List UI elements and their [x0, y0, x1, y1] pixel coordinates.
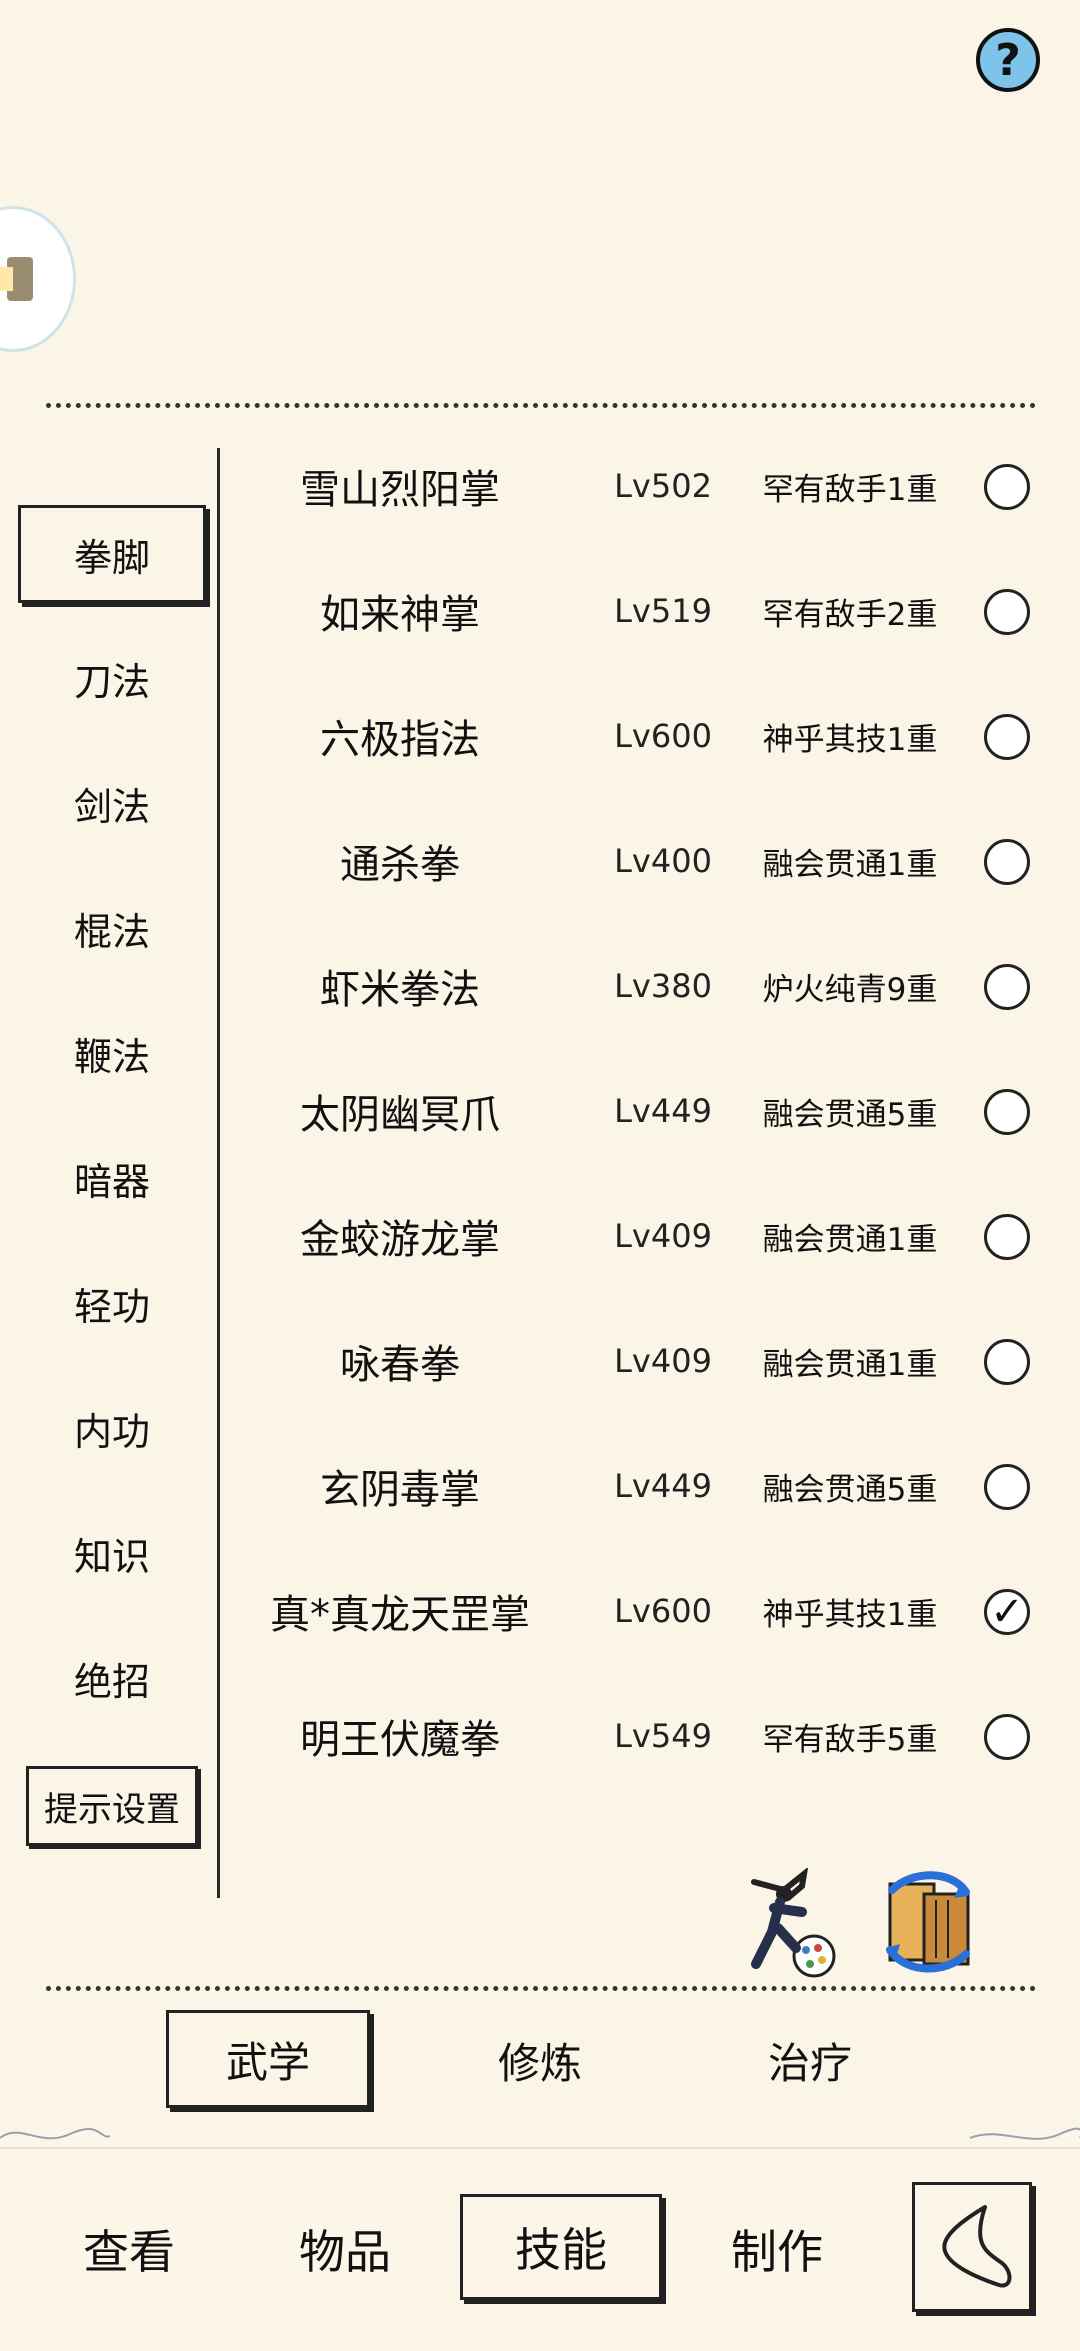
swap-scroll-icon[interactable] — [872, 1870, 982, 1974]
skill-select-radio[interactable] — [984, 1464, 1030, 1510]
skill-name: 金蛟游龙掌 — [300, 1217, 500, 1263]
skill-row[interactable]: 金蛟游龙掌 Lv409 融会贯通1重 — [230, 1186, 1060, 1286]
category-label: 暗器 — [73, 1159, 150, 1204]
back-button[interactable] — [912, 2182, 1032, 2312]
skill-name: 明王伏魔拳 — [300, 1717, 500, 1763]
category-label: 鞭法 — [73, 1034, 150, 1079]
category-zhishi[interactable]: 知识 — [16, 1505, 208, 1601]
skill-name: 六极指法 — [320, 717, 480, 763]
skill-select-radio[interactable] — [984, 714, 1030, 760]
skill-select-radio[interactable] — [984, 589, 1030, 635]
skill-name: 真*真龙天罡掌 — [270, 1592, 530, 1638]
skill-select-radio[interactable] — [984, 1714, 1030, 1760]
category-juezhao[interactable]: 绝招 — [16, 1630, 208, 1726]
nav-tab-label: 技能 — [515, 2223, 607, 2277]
nav-tab-view[interactable]: 查看 — [44, 2194, 214, 2304]
skill-select-radio[interactable] — [984, 1089, 1030, 1135]
skill-row[interactable]: 太阴幽冥爪 Lv449 融会贯通5重 — [230, 1061, 1060, 1161]
skill-rank: 神乎其技1重 — [762, 721, 938, 758]
sidebar-divider — [217, 448, 220, 1898]
skill-rank: 罕有敌手5重 — [762, 1721, 938, 1758]
skill-rank: 融会贯通5重 — [762, 1471, 938, 1508]
category-label: 绝招 — [73, 1659, 150, 1704]
subtab-xiulian[interactable]: 修炼 — [440, 2010, 640, 2110]
skill-rank: 融会贯通1重 — [762, 846, 938, 883]
bottom-divider — [46, 1986, 1036, 1991]
category-label: 内功 — [73, 1409, 150, 1454]
category-anqi[interactable]: 暗器 — [16, 1130, 208, 1226]
skill-select-radio[interactable] — [984, 839, 1030, 885]
wave-divider — [0, 2127, 1080, 2149]
side-drawer-tab[interactable] — [0, 206, 76, 352]
category-label: 知识 — [73, 1534, 150, 1579]
category-qinggong[interactable]: 轻功 — [16, 1255, 208, 1351]
category-label: 轻功 — [73, 1284, 150, 1329]
skill-select-radio[interactable] — [984, 1214, 1030, 1260]
skill-name: 虾米拳法 — [320, 967, 480, 1013]
home-icon — [0, 257, 33, 301]
category-label: 刀法 — [73, 659, 150, 704]
skill-row[interactable]: 六极指法 Lv600 神乎其技1重 — [230, 686, 1060, 786]
category-label: 棍法 — [73, 909, 150, 954]
skill-row[interactable]: 如来神掌 Lv519 罕有敌手2重 — [230, 561, 1060, 661]
nav-tab-label: 制作 — [731, 2225, 823, 2279]
category-neigong[interactable]: 内功 — [16, 1380, 208, 1476]
subtab-zhiliao[interactable]: 治疗 — [710, 2010, 910, 2110]
hint-settings-label: 提示设置 — [44, 1789, 180, 1830]
skill-name: 通杀拳 — [340, 842, 460, 888]
nav-tab-skills[interactable]: 技能 — [460, 2194, 662, 2300]
subtab-wuxue[interactable]: 武学 — [166, 2010, 370, 2108]
skill-row[interactable]: 通杀拳 Lv400 融会贯通1重 — [230, 811, 1060, 911]
category-daofa[interactable]: 刀法 — [16, 630, 208, 726]
skill-row[interactable]: 玄阴毒掌 Lv449 融会贯通5重 — [230, 1436, 1060, 1536]
category-bianfa[interactable]: 鞭法 — [16, 1005, 208, 1101]
nav-tab-items[interactable]: 物品 — [260, 2194, 430, 2304]
skill-row[interactable]: 真*真龙天罡掌 Lv600 神乎其技1重 ✓ — [230, 1561, 1060, 1661]
subtab-label: 治疗 — [767, 2038, 852, 2088]
skill-name: 太阴幽冥爪 — [300, 1092, 500, 1138]
skill-select-radio-checked[interactable]: ✓ — [984, 1589, 1030, 1635]
skill-rank: 融会贯通1重 — [762, 1346, 938, 1383]
subtab-label: 武学 — [225, 2037, 310, 2087]
skill-name: 雪山烈阳掌 — [300, 467, 500, 513]
skill-rank: 神乎其技1重 — [762, 1596, 938, 1633]
nav-tab-label: 查看 — [83, 2225, 175, 2279]
help-button[interactable]: ? — [976, 28, 1040, 92]
skill-rank: 罕有敌手1重 — [762, 471, 938, 508]
category-jianfa[interactable]: 剑法 — [16, 755, 208, 851]
category-quanjiao[interactable]: 拳脚 — [18, 505, 206, 603]
category-label: 拳脚 — [73, 535, 150, 580]
category-label: 剑法 — [73, 784, 150, 829]
skill-select-radio[interactable] — [984, 464, 1030, 510]
hint-settings-button[interactable]: 提示设置 — [26, 1766, 198, 1846]
skill-select-radio[interactable] — [984, 964, 1030, 1010]
back-arrow-icon — [942, 2205, 1012, 2288]
skill-row[interactable]: 虾米拳法 Lv380 炉火纯青9重 — [230, 936, 1060, 1036]
skill-rank: 融会贯通1重 — [762, 1221, 938, 1258]
skill-name: 玄阴毒掌 — [320, 1467, 480, 1513]
skill-rank: 融会贯通5重 — [762, 1096, 938, 1133]
check-icon: ✓ — [990, 1589, 1024, 1635]
subtab-label: 修炼 — [497, 2038, 582, 2088]
martial-artist-icon[interactable] — [744, 1868, 848, 1978]
question-icon: ? — [995, 34, 1021, 86]
skill-select-radio[interactable] — [984, 1339, 1030, 1385]
skill-rank: 罕有敌手2重 — [762, 596, 938, 633]
skill-rank: 炉火纯青9重 — [762, 971, 938, 1008]
top-divider — [46, 403, 1036, 408]
category-gunfa[interactable]: 棍法 — [16, 880, 208, 976]
nav-tab-craft[interactable]: 制作 — [692, 2194, 862, 2304]
skills-screen: ? 拳脚 刀法 剑法 棍法 鞭法 暗器 轻功 内功 知识 绝招 提示设置 雪山烈… — [0, 0, 1080, 2351]
skill-row[interactable]: 雪山烈阳掌 Lv502 罕有敌手1重 — [230, 436, 1060, 536]
nav-tab-label: 物品 — [299, 2225, 391, 2279]
skill-row[interactable]: 咏春拳 Lv409 融会贯通1重 — [230, 1311, 1060, 1411]
skill-name: 如来神掌 — [320, 592, 480, 638]
skill-name: 咏春拳 — [340, 1342, 460, 1388]
skill-row[interactable]: 明王伏魔拳 Lv549 罕有敌手5重 — [230, 1686, 1060, 1786]
